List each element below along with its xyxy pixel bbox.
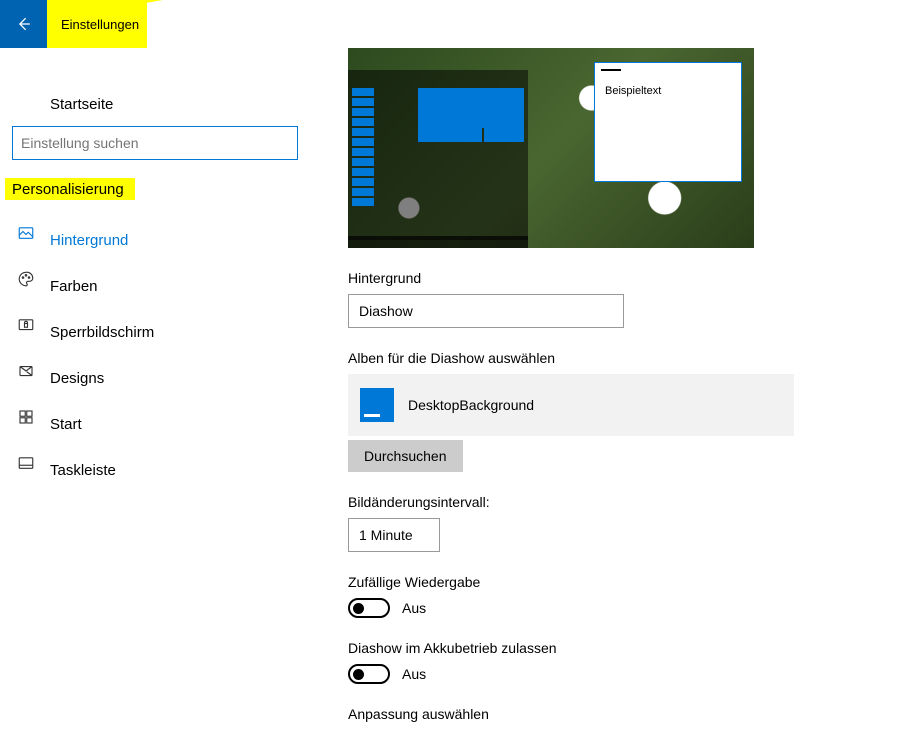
search-input-container[interactable]: [12, 126, 298, 160]
sidebar-item-label: Taskleiste: [50, 462, 116, 479]
preview-sample-text: Beispieltext: [605, 85, 661, 97]
app-title: Einstellungen: [61, 17, 139, 32]
start-icon: [16, 408, 36, 426]
battery-toggle[interactable]: [348, 664, 390, 684]
desktop-preview: Aa Beispieltext: [348, 48, 754, 248]
sidebar-item-designs[interactable]: Designs: [0, 348, 310, 394]
background-label: Hintergrund: [348, 270, 888, 286]
preview-sample-window: Beispieltext: [594, 62, 742, 182]
back-button[interactable]: [0, 0, 47, 48]
sidebar-home-label: Startseite: [50, 96, 113, 113]
album-row[interactable]: DesktopBackground: [348, 374, 794, 436]
arrow-left-icon: [14, 14, 34, 34]
albums-label: Alben für die Diashow auswählen: [348, 350, 888, 366]
browse-button[interactable]: Durchsuchen: [348, 440, 463, 472]
interval-label: Bildänderungsintervall:: [348, 494, 888, 510]
search-icon: [276, 135, 289, 151]
sidebar-item-start[interactable]: Start: [0, 394, 310, 440]
sidebar-item-label: Farben: [50, 278, 98, 295]
sidebar-section-header: Personalisierung: [0, 178, 310, 200]
shuffle-state: Aus: [402, 600, 426, 616]
sidebar-item-label: Designs: [50, 370, 104, 387]
preview-taskbar: [348, 236, 528, 248]
shuffle-toggle[interactable]: [348, 598, 390, 618]
lock-screen-icon: [16, 316, 36, 334]
album-name: DesktopBackground: [408, 397, 534, 413]
sidebar-item-label: Sperrbildschirm: [50, 324, 154, 341]
preview-start-list: [352, 88, 374, 208]
sidebar-item-label: Hintergrund: [50, 232, 128, 249]
background-select[interactable]: Diashow: [348, 294, 624, 328]
sidebar-item-farben[interactable]: Farben: [0, 256, 310, 302]
themes-icon: [16, 362, 36, 380]
battery-label: Diashow im Akkubetrieb zulassen: [348, 640, 888, 656]
sidebar-item-label: Start: [50, 416, 82, 433]
background-select-value: Diashow: [359, 303, 413, 319]
shuffle-label: Zufällige Wiedergabe: [348, 574, 888, 590]
interval-select[interactable]: 1 Minute: [348, 518, 440, 552]
sidebar-home[interactable]: Startseite: [0, 74, 310, 120]
palette-icon: [16, 270, 36, 288]
preview-tiles: Aa: [418, 88, 528, 168]
chevron-down-icon: [417, 528, 429, 543]
interval-select-value: 1 Minute: [359, 527, 413, 543]
folder-icon: [360, 388, 394, 422]
fit-label-cutoff: Anpassung auswählen: [348, 706, 888, 722]
sidebar-item-sperrbildschirm[interactable]: Sperrbildschirm: [0, 302, 310, 348]
sidebar-item-hintergrund[interactable]: Hintergrund: [0, 210, 310, 256]
battery-state: Aus: [402, 666, 426, 682]
taskbar-icon: [16, 454, 36, 472]
gear-icon: [16, 88, 36, 106]
image-icon: [16, 224, 36, 242]
search-input[interactable]: [21, 135, 276, 151]
chevron-down-icon: [601, 304, 613, 319]
sidebar-item-taskleiste[interactable]: Taskleiste: [0, 440, 310, 486]
